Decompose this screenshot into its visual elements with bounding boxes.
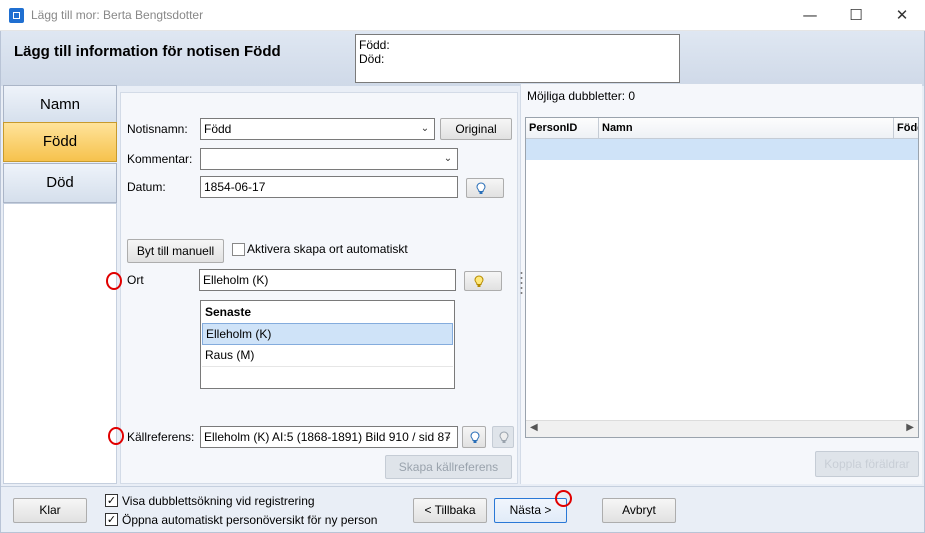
ort-hint-button[interactable] (464, 271, 502, 291)
nav-empty-area (3, 203, 117, 484)
kommentar-combo[interactable]: ⌄ (200, 148, 458, 170)
grip-icon (520, 272, 523, 294)
kallreferens-combo[interactable]: Elleholm (K) AI:5 (1868-1891) Bild 910 /… (200, 426, 458, 448)
grid-header: PersonID Namn Född (526, 118, 918, 139)
minimize-button[interactable]: — (787, 0, 833, 31)
oppna-oversikt-label: Öppna automatiskt personöversikt för ny … (122, 513, 378, 527)
notisnamn-combo[interactable]: Född ⌄ (200, 118, 435, 140)
window-title: Lägg till mor: Berta Bengtsdotter (31, 8, 204, 22)
horizontal-scrollbar[interactable]: ◀ ▶ (526, 420, 918, 437)
maximize-button[interactable]: ☐ (833, 0, 879, 31)
column-fodd[interactable]: Född (893, 118, 918, 139)
avbryt-button[interactable]: Avbryt (602, 498, 676, 523)
senaste-header: Senaste (202, 302, 453, 324)
original-button[interactable]: Original (440, 118, 512, 140)
duplicates-grid[interactable]: PersonID Namn Född ◀ ▶ (525, 117, 919, 438)
byt-till-manuell-button[interactable]: Byt till manuell (127, 239, 224, 263)
page-title: Lägg till information för notisen Född (14, 43, 281, 60)
summary-died: Död: (359, 52, 385, 66)
klar-button[interactable]: Klar (13, 498, 87, 523)
column-namn[interactable]: Namn (598, 118, 893, 139)
close-button[interactable]: ✕ (879, 0, 925, 31)
tillbaka-button[interactable]: < Tillbaka (413, 498, 487, 523)
datum-label: Datum: (127, 180, 166, 194)
table-row[interactable] (526, 139, 918, 160)
senaste-list[interactable]: Senaste Elleholm (K) Raus (M) (200, 300, 455, 389)
chevron-down-icon: ⌄ (443, 153, 453, 164)
red-circle-marker (106, 272, 122, 290)
aktivera-checkbox[interactable] (232, 243, 245, 256)
kallreferens-hint-button[interactable] (462, 426, 486, 448)
visa-dubblett-checkbox[interactable]: ✓ (105, 494, 118, 507)
nav-item-fodd[interactable]: Född (3, 122, 117, 162)
kommentar-label: Kommentar: (127, 152, 193, 166)
nav-item-namn[interactable]: Namn (3, 85, 117, 125)
notisnamn-value: Född (204, 122, 232, 136)
kallreferens-value: Elleholm (K) AI:5 (1868-1891) Bild 910 /… (204, 430, 451, 444)
datum-hint-button[interactable] (466, 178, 504, 198)
chevron-down-icon: ⌄ (420, 123, 430, 134)
list-item[interactable]: Elleholm (K) (202, 323, 453, 345)
koppla-foraldrar-button[interactable]: Koppla föräldrar (815, 451, 919, 477)
lightbulb-icon (474, 275, 484, 287)
chevron-left-icon[interactable]: ◀ (530, 422, 538, 433)
chevron-down-icon: ⌄ (443, 431, 453, 442)
red-circle-marker (555, 490, 572, 507)
lightbulb-off-icon (499, 431, 509, 443)
notisnamn-label: Notisnamn: (127, 122, 188, 136)
list-item[interactable]: Raus (M) (202, 345, 453, 367)
column-personid[interactable]: PersonID (526, 118, 598, 139)
lightbulb-icon (476, 182, 486, 194)
aktivera-label: Aktivera skapa ort automatiskt (247, 242, 408, 256)
ort-label: Ort (127, 273, 144, 287)
summary-box: Född: Död: (355, 34, 680, 83)
visa-dubblett-label: Visa dubblettsökning vid registrering (122, 494, 315, 508)
kallreferens-label: Källreferens: (127, 430, 195, 444)
nav-item-dod[interactable]: Död (3, 163, 117, 203)
chevron-right-icon[interactable]: ▶ (906, 422, 914, 433)
summary-born: Född: (359, 38, 390, 52)
lightbulb-icon (470, 431, 480, 443)
oppna-oversikt-checkbox[interactable]: ✓ (105, 513, 118, 526)
duplicates-title: Möjliga dubbletter: 0 (527, 89, 636, 103)
app-icon (9, 8, 24, 23)
datum-input[interactable]: 1854-06-17 (200, 176, 458, 198)
kallreferens-edit-button[interactable] (492, 426, 514, 448)
panel-splitter[interactable] (520, 270, 523, 300)
ort-input[interactable]: Elleholm (K) (199, 269, 456, 291)
red-circle-marker (108, 427, 124, 445)
skapa-kallreferens-button[interactable]: Skapa källreferens (385, 455, 512, 479)
